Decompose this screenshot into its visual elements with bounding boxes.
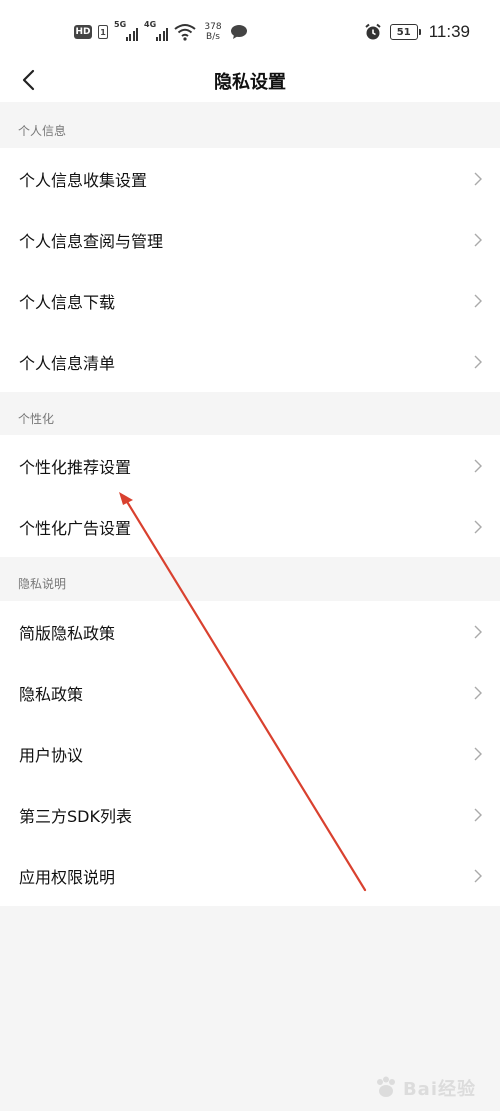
chevron-right-icon <box>474 294 482 307</box>
network-type-label: 4G <box>144 20 157 29</box>
speed-unit: B/s <box>206 32 220 42</box>
menu-item-third-party-sdk-list[interactable]: 第三方SDK列表 <box>0 784 500 845</box>
signal-4g-icon: 4G <box>144 20 168 41</box>
menu-item-label: 个人信息清单 <box>19 353 116 373</box>
section-title: 个人信息 <box>18 124 67 138</box>
status-bar: HD 1 5G 4G 378 B/s 51 11:39 <box>0 0 500 58</box>
chevron-right-icon <box>474 686 482 699</box>
watermark-text: Bai经验 <box>402 1079 476 1100</box>
chevron-right-icon <box>474 172 482 185</box>
menu-item-label: 个性化推荐设置 <box>19 457 132 477</box>
section-header-personal-info: 个人信息 <box>0 102 500 148</box>
nav-header: 隐私设置 <box>0 58 500 102</box>
menu-item-label: 个人信息收集设置 <box>19 170 148 190</box>
section-title: 个性化 <box>18 412 55 426</box>
wifi-icon <box>174 24 196 41</box>
alarm-icon <box>365 23 381 40</box>
chevron-right-icon <box>474 625 482 638</box>
battery-level: 51 <box>389 24 418 40</box>
signal-5g-icon: 5G <box>114 20 138 41</box>
network-type-label: 5G <box>114 20 127 29</box>
message-notification-icon <box>231 25 247 39</box>
chevron-right-icon <box>474 747 482 760</box>
menu-item-label: 简版隐私政策 <box>19 623 116 643</box>
menu-item-user-agreement[interactable]: 用户协议 <box>0 723 500 784</box>
menu-item-label: 隐私政策 <box>19 684 84 704</box>
menu-item-personal-info-list[interactable]: 个人信息清单 <box>0 331 500 392</box>
status-right: 51 11:39 <box>364 18 470 46</box>
chevron-right-icon <box>474 869 482 882</box>
paw-icon <box>376 1076 395 1097</box>
section-header-privacy-info: 隐私说明 <box>0 557 500 601</box>
chevron-right-icon <box>474 233 482 246</box>
menu-item-label: 用户协议 <box>19 745 84 765</box>
battery-icon: 51 <box>389 24 421 40</box>
chevron-right-icon <box>474 520 482 533</box>
menu-item-simple-privacy-policy[interactable]: 简版隐私政策 <box>0 601 500 662</box>
network-speed: 378 B/s <box>202 22 224 42</box>
menu-item-privacy-policy[interactable]: 隐私政策 <box>0 662 500 723</box>
hd-badge: HD <box>74 25 92 39</box>
watermark-logo: Bai经验 <box>373 1075 476 1101</box>
menu-item-label: 应用权限说明 <box>19 867 116 887</box>
section-header-personalization: 个性化 <box>0 392 500 435</box>
menu-item-app-permissions[interactable]: 应用权限说明 <box>0 845 500 906</box>
sim-badge: 1 <box>98 25 108 39</box>
status-left: HD 1 5G 4G 378 B/s <box>74 18 248 46</box>
menu-item-personalized-recommendation[interactable]: 个性化推荐设置 <box>0 435 500 496</box>
section-title: 隐私说明 <box>18 577 67 591</box>
speed-value: 378 <box>204 22 222 32</box>
menu-item-personal-info-collection[interactable]: 个人信息收集设置 <box>0 148 500 209</box>
menu-item-label: 个人信息查阅与管理 <box>19 231 164 251</box>
menu-item-personal-info-view-manage[interactable]: 个人信息查阅与管理 <box>0 209 500 270</box>
chevron-right-icon <box>474 355 482 368</box>
chevron-right-icon <box>474 459 482 472</box>
menu-item-label: 个人信息下载 <box>19 292 116 312</box>
menu-item-label: 个性化广告设置 <box>19 518 132 538</box>
menu-item-label: 第三方SDK列表 <box>19 806 132 826</box>
menu-item-personalized-ads[interactable]: 个性化广告设置 <box>0 496 500 557</box>
menu-item-personal-info-download[interactable]: 个人信息下载 <box>0 270 500 331</box>
status-time: 11:39 <box>428 22 470 41</box>
page-title: 隐私设置 <box>214 72 286 93</box>
chevron-right-icon <box>474 808 482 821</box>
